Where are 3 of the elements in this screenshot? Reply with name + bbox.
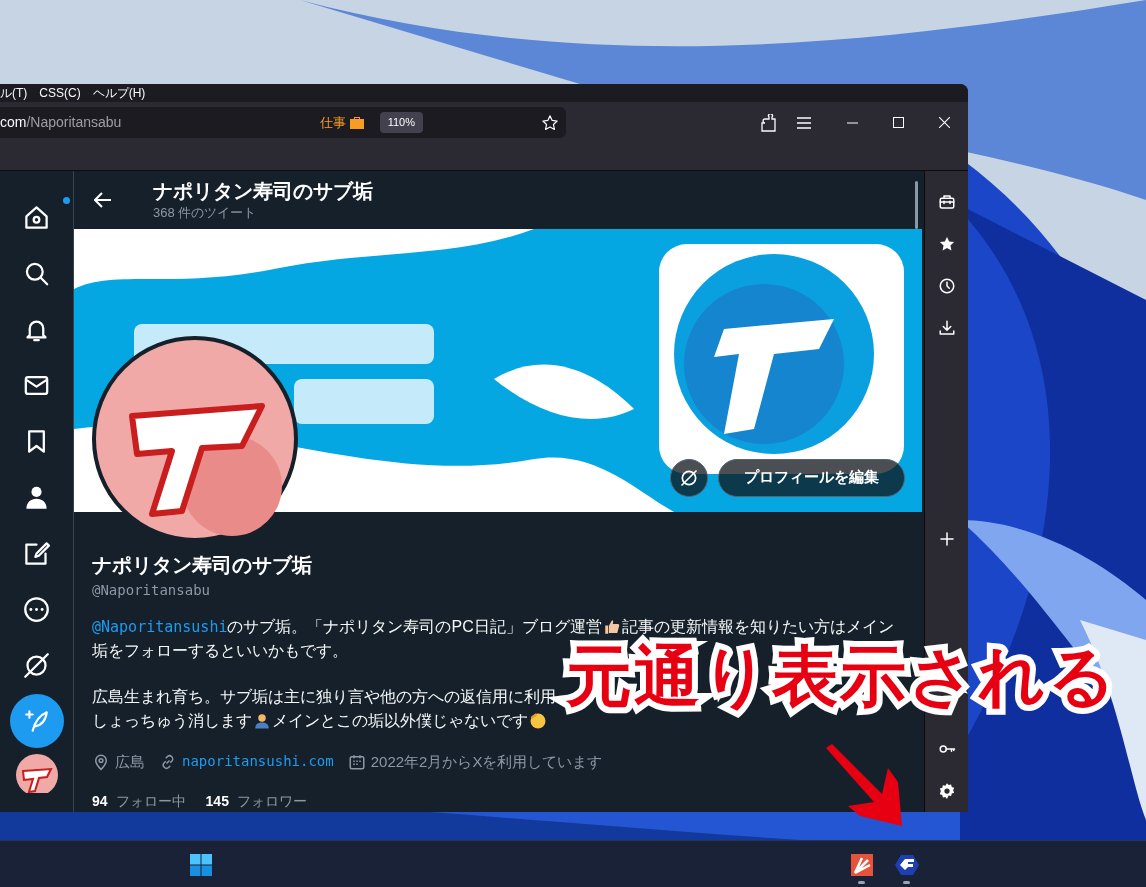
windows-icon[interactable] xyxy=(189,853,213,877)
app-icon[interactable] xyxy=(895,853,919,877)
app-icon[interactable] xyxy=(850,853,874,877)
